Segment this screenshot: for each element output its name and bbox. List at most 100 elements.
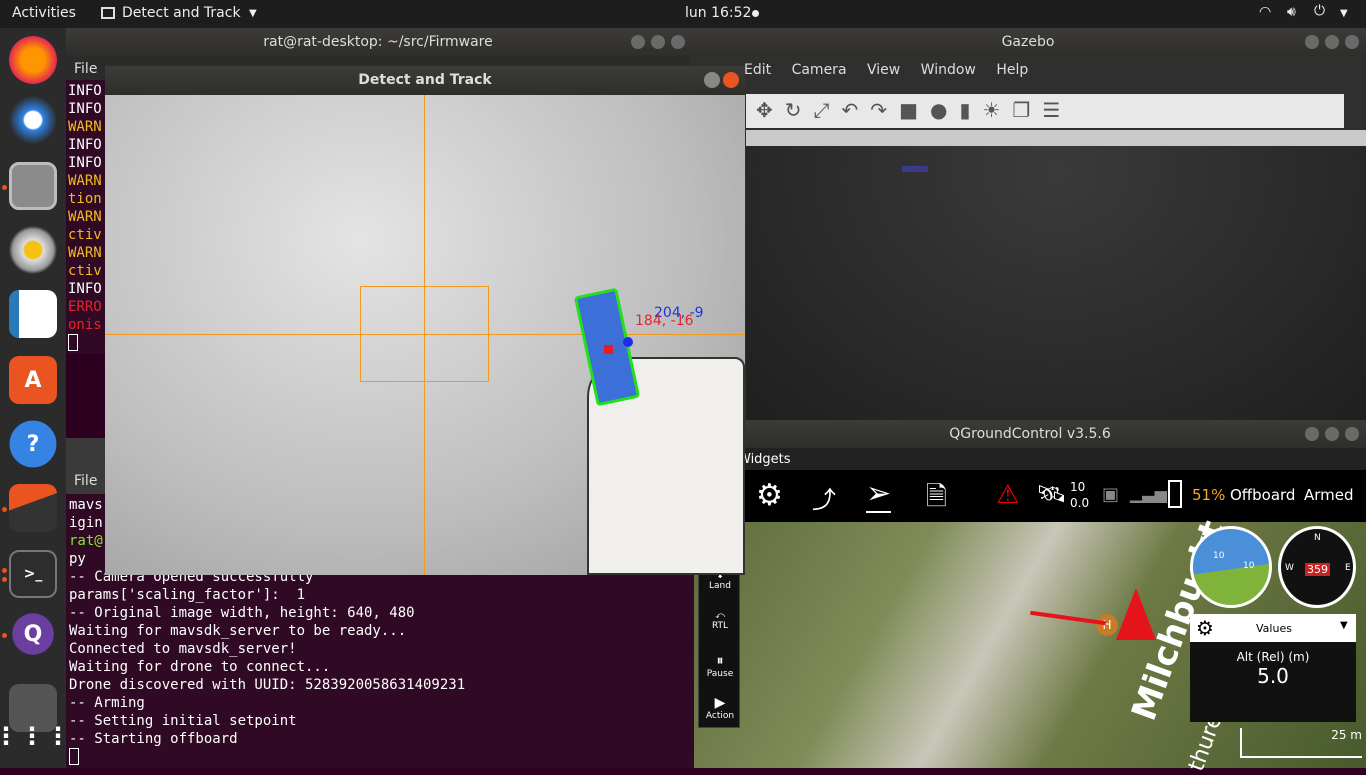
terminal-line: -- Arming <box>69 695 145 711</box>
minimize-icon[interactable] <box>631 35 645 49</box>
redo-icon[interactable]: ↷ <box>870 98 899 122</box>
rhythmbox-icon[interactable] <box>9 226 57 274</box>
wifi-icon[interactable]: ◠ <box>1259 4 1271 20</box>
close-icon[interactable] <box>1345 35 1359 49</box>
action-label: Action <box>705 711 735 721</box>
chevron-down-icon[interactable]: ▼ <box>249 8 257 19</box>
close-icon[interactable] <box>671 35 685 49</box>
volume-icon[interactable]: 🔊︎ <box>1287 4 1296 20</box>
warning-icon[interactable]: ⚠ <box>996 480 1019 510</box>
alt-value: 5.0 <box>1257 664 1289 688</box>
action-panel: ⬇ Land ⤺ RTL ⏸ Pause ▶ Action <box>698 566 740 728</box>
flight-mode[interactable]: Offboard <box>1230 486 1295 504</box>
values-gear-icon[interactable]: ⚙ <box>1196 616 1214 640</box>
camera-feed[interactable]: 204, -9 184, -16 <box>105 95 745 575</box>
align-icon[interactable]: ☰ <box>1042 98 1072 122</box>
gazebo-window: Gazebo Edit Camera View Window Help ✥↻⤢↶… <box>690 28 1366 420</box>
minimize-icon[interactable] <box>1305 35 1319 49</box>
top-bar: Activities Detect and Track ▼ lun 16:52 … <box>0 0 1366 28</box>
armed-status[interactable]: Armed <box>1304 486 1354 504</box>
vehicle-icon[interactable] <box>1116 588 1156 640</box>
activities-button[interactable]: Activities <box>12 5 76 21</box>
menu-help[interactable]: Help <box>996 62 1028 78</box>
maximize-icon[interactable] <box>1325 35 1339 49</box>
rc-icon[interactable]: ▣ <box>1102 484 1119 505</box>
minimize-icon[interactable] <box>1305 427 1319 441</box>
minimize-icon[interactable] <box>704 72 720 88</box>
scale-label: 25 m <box>1331 728 1362 742</box>
chevron-down-icon[interactable]: ▼ <box>1340 8 1348 19</box>
show-applications-icon[interactable]: ⋮⋮⋮ <box>0 712 70 760</box>
sun-icon[interactable]: ☀ <box>982 98 1012 122</box>
virtualbox-icon[interactable] <box>9 484 57 532</box>
pause-button[interactable]: ⏸ Pause <box>699 653 741 679</box>
terminal-line: -- Setting initial setpoint <box>69 713 297 729</box>
battery-percent[interactable]: 51% <box>1192 486 1225 504</box>
files-icon[interactable] <box>9 162 57 210</box>
window-title: QGroundControl v3.5.6 <box>949 426 1111 442</box>
thunderbird-icon[interactable] <box>9 96 57 144</box>
rtl-button[interactable]: ⤺ RTL <box>699 611 741 631</box>
writer-icon[interactable] <box>9 290 57 338</box>
menu-view[interactable]: View <box>867 62 900 78</box>
menu-window[interactable]: Window <box>921 62 976 78</box>
gazebo-titlebar[interactable]: Gazebo <box>690 28 1366 56</box>
qgroundcontrol-icon[interactable]: Q <box>9 610 57 658</box>
notification-dot <box>752 10 759 17</box>
detect-titlebar[interactable]: Detect and Track <box>105 66 745 95</box>
help-icon[interactable]: ? <box>9 420 57 468</box>
drone-model[interactable] <box>902 166 928 172</box>
home-marker[interactable]: H <box>1096 614 1118 636</box>
close-icon[interactable] <box>723 72 739 88</box>
cursor <box>68 334 78 351</box>
battery-icon[interactable] <box>1168 480 1182 508</box>
translate-icon[interactable]: ✥ <box>756 98 785 122</box>
software-icon[interactable]: A <box>9 356 57 404</box>
gazebo-scene[interactable] <box>746 146 1366 420</box>
menu-file[interactable]: File <box>74 473 97 489</box>
power-icon[interactable]: ⏻ <box>1314 3 1325 19</box>
menu-camera[interactable]: Camera <box>792 62 847 78</box>
rtl-label: RTL <box>711 621 729 631</box>
alt-label: Alt (Rel) (m) <box>1236 650 1310 664</box>
gazebo-toolbar: ✥↻⤢↶↷■●▮☀❐☰ <box>746 94 1344 128</box>
close-icon[interactable] <box>1345 427 1359 441</box>
qgc-titlebar[interactable]: QGroundControl v3.5.6 <box>694 420 1366 448</box>
widgets-menu[interactable]: Widgets <box>738 452 791 467</box>
terminal-line: Waiting for mavsdk_server to be ready... <box>69 623 407 639</box>
menu-file[interactable]: File <box>74 61 97 77</box>
scale-icon[interactable]: ⤢ <box>814 98 842 122</box>
copy-icon[interactable]: ❐ <box>1012 98 1042 122</box>
window-title: Gazebo <box>1001 34 1055 50</box>
app-menu-icon[interactable] <box>101 7 115 19</box>
values-widget: ⚙ Values ▼ Alt (Rel) (m) 5.0 <box>1190 614 1356 722</box>
cylinder-icon[interactable]: ▮ <box>959 98 982 122</box>
terminal-titlebar[interactable]: rat@rat-desktop: ~/src/Firmware <box>66 28 690 56</box>
menu-edit[interactable]: Edit <box>744 62 771 78</box>
red-coordinate-label: 184, -16 <box>635 313 694 329</box>
box-icon[interactable]: ■ <box>899 98 930 122</box>
terminal-icon[interactable]: >_ <box>9 550 57 598</box>
gps-icon[interactable]: 🛰︎ <box>1036 480 1066 508</box>
sphere-icon[interactable]: ● <box>930 98 959 122</box>
action-button[interactable]: ▶ Action <box>699 695 741 721</box>
terminal-line: -- Original image width, height: 640, 48… <box>69 605 415 621</box>
maximize-icon[interactable] <box>651 35 665 49</box>
analyze-icon[interactable]: 🗎︎ <box>926 478 947 522</box>
firefox-icon[interactable] <box>9 36 57 84</box>
clock[interactable]: lun 16:52 <box>685 5 751 21</box>
maximize-icon[interactable] <box>1325 427 1339 441</box>
signal-icon[interactable]: ▁▃▅ <box>1130 484 1167 503</box>
fly-icon[interactable]: ➢ <box>866 476 892 513</box>
detect-window: Detect and Track 204, -9 184, -16 <box>105 66 745 575</box>
compass: N W E 359 <box>1278 526 1356 608</box>
target-point-blue <box>623 337 633 347</box>
chevron-down-icon[interactable]: ▼ <box>1340 620 1348 631</box>
settings-icon[interactable]: ⚙ <box>756 478 783 513</box>
undo-icon[interactable]: ↶ <box>842 98 871 122</box>
plan-icon[interactable]: ⤴ <box>812 480 836 515</box>
values-dropdown[interactable]: Values <box>1256 622 1292 635</box>
app-menu-button[interactable]: Detect and Track <box>122 5 241 21</box>
rotate-icon[interactable]: ↻ <box>785 98 814 122</box>
pause-label: Pause <box>706 669 734 679</box>
